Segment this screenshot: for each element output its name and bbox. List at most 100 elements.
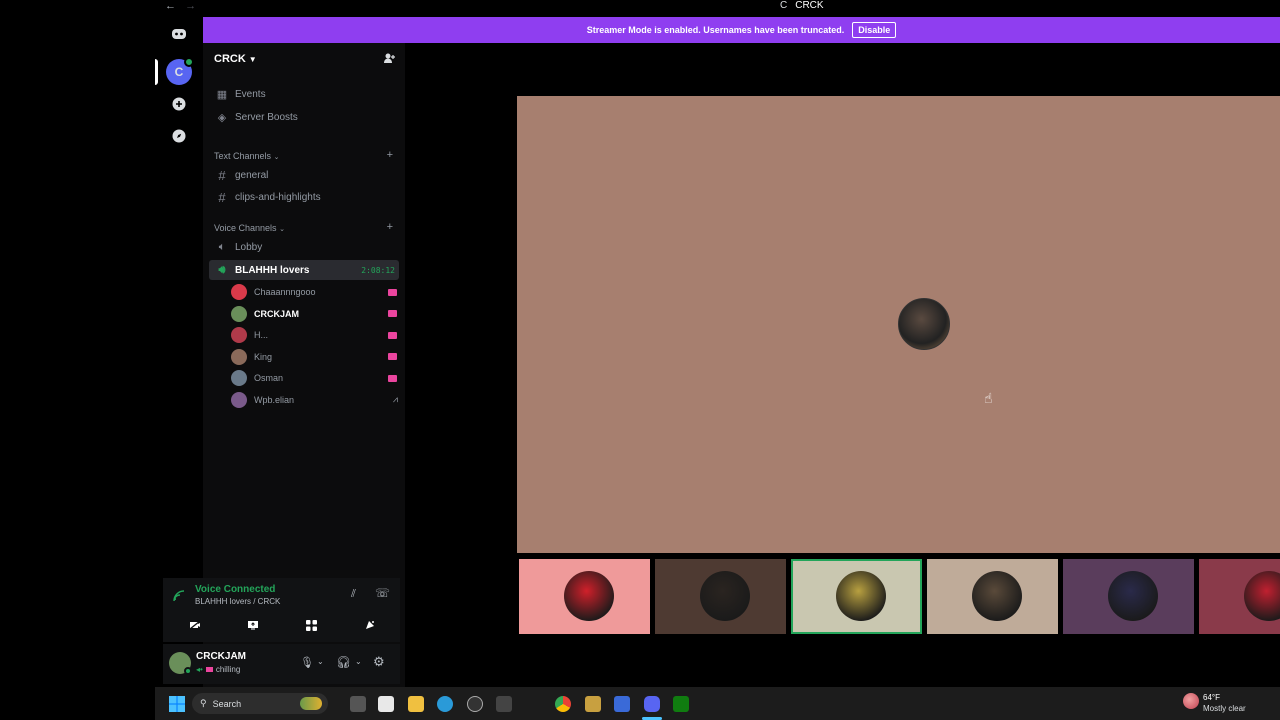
boost-icon: ◈ (217, 111, 227, 124)
search-highlight-icon (300, 697, 322, 710)
text-channels-category[interactable]: Text Channels ⌄ (214, 151, 279, 161)
gear-icon[interactable]: ⚙ (373, 654, 385, 670)
search-box[interactable]: ⚲ Search (192, 693, 328, 714)
live-stream-icon (388, 374, 397, 382)
voice-channels-category[interactable]: Voice Channels ⌄ (214, 223, 285, 233)
file-explorer-icon[interactable] (408, 696, 424, 712)
voice-member[interactable]: Osman (231, 368, 399, 388)
steam-icon[interactable] (467, 696, 483, 712)
live-stream-icon (388, 353, 397, 360)
game-icon[interactable] (585, 696, 601, 712)
weather-icon[interactable] (1183, 693, 1199, 709)
hashtag-icon: # (218, 167, 226, 183)
member-name: CRCKJAM (254, 308, 299, 319)
weather-temp: 64°F (1203, 693, 1220, 702)
channel-general[interactable]: # general (209, 165, 399, 185)
app-icon[interactable] (496, 696, 512, 712)
participant-tile[interactable] (927, 559, 1058, 634)
add-server-icon[interactable] (167, 92, 191, 116)
hashtag-icon: # (218, 189, 226, 205)
channel-label: clips-and-highlights (235, 191, 321, 203)
xbox-icon[interactable] (673, 696, 689, 712)
participant-tile[interactable] (791, 559, 922, 634)
voice-channel-path: BLAHHH lovers / CRCK (195, 597, 281, 606)
microphone-icon[interactable]: 🎙︎ (300, 656, 314, 669)
server-badge-icon (184, 57, 194, 67)
channel-blahhh-lovers[interactable]: 🔊︎ BLAHHH lovers 2:08:12 (209, 260, 399, 280)
windows-start-icon[interactable] (169, 696, 185, 712)
channel-lobby[interactable]: 🔈︎ Lobby (209, 237, 399, 257)
avatar (231, 348, 247, 365)
soundboard-icon[interactable] (345, 615, 395, 635)
noise-suppression-icon[interactable]: ⫽ (351, 588, 356, 601)
app-blue-icon[interactable] (614, 696, 630, 712)
voice-member[interactable]: King (231, 347, 399, 367)
speaker-icon: 🔊︎ (218, 263, 226, 276)
participant-tile[interactable] (519, 559, 650, 634)
avatar (231, 327, 247, 343)
chevron-down-icon: ⌄ (273, 154, 280, 161)
server-boosts-label: Server Boosts (235, 111, 298, 123)
avatar (700, 571, 750, 621)
signal-icon[interactable] (173, 589, 185, 607)
channel-label: Lobby (235, 241, 263, 253)
disconnect-icon[interactable]: ☏ (375, 586, 390, 600)
task-view-icon[interactable] (350, 696, 366, 712)
add-voice-channel-icon[interactable]: + (387, 221, 393, 233)
member-name: Chaaannngooo (254, 287, 316, 297)
events-label: Events (235, 88, 266, 100)
avatar (231, 284, 247, 300)
back-arrow-icon[interactable]: ← (165, 0, 176, 12)
participant-tile[interactable] (655, 559, 786, 634)
avatar (231, 391, 247, 408)
forward-arrow-icon[interactable]: → (185, 0, 196, 12)
voice-member[interactable]: CRCKJAM (231, 304, 399, 324)
server-icon-crck[interactable]: C (166, 57, 194, 85)
chrome-icon[interactable] (555, 696, 571, 712)
cursor-icon: ☝︎ (984, 390, 993, 406)
avatar (972, 571, 1022, 621)
voice-member[interactable]: Chaaannngooo (231, 282, 399, 302)
server-header[interactable]: CRCK ▼ (203, 43, 405, 75)
search-label: Search (212, 698, 242, 709)
voice-member[interactable]: H... (231, 325, 399, 345)
taskbar: ⚲ Search 64°F Mostly clear (155, 687, 1280, 720)
camera-off-icon[interactable] (170, 615, 220, 635)
explore-icon[interactable] (167, 124, 191, 148)
screen-share-icon[interactable] (228, 615, 278, 635)
activity-icon: ⩘ (392, 394, 398, 404)
live-stream-icon (388, 310, 397, 317)
user-panel: CRCKJAM ◂• chilling 🎙︎ ⌄ 🎧︎ ⌄ ⚙ (163, 644, 400, 684)
headphones-icon[interactable]: 🎧︎ (336, 655, 351, 669)
live-stream-icon (388, 288, 397, 296)
username[interactable]: CRCKJAM (196, 651, 246, 662)
voice-actions (170, 615, 395, 635)
speaker-avatar[interactable] (898, 298, 950, 350)
participant-tile[interactable] (1199, 559, 1280, 634)
channel-clips-and-highlights[interactable]: # clips-and-highlights (209, 187, 399, 207)
voice-status[interactable]: Voice Connected (195, 584, 275, 595)
server-boosts-item[interactable]: ◈ Server Boosts (209, 107, 399, 127)
voice-connected-panel: Voice Connected BLAHHH lovers / CRCK ⫽ ☏ (163, 578, 400, 642)
avatar[interactable] (169, 652, 192, 675)
events-item[interactable]: ▦ Events (209, 84, 399, 104)
disable-button[interactable]: Disable (852, 22, 897, 38)
store-icon[interactable] (378, 696, 394, 712)
live-stream-icon (388, 331, 397, 339)
discord-home-icon[interactable] (167, 22, 191, 46)
chevron-down-icon[interactable]: ⌄ (355, 657, 362, 666)
custom-status: ◂• chilling (196, 665, 241, 674)
avatar (231, 305, 247, 322)
title-bar: ← → C CRCK (155, 0, 1280, 17)
edge-icon[interactable] (437, 696, 453, 712)
invite-people-icon[interactable] (383, 52, 395, 67)
chevron-down-icon[interactable]: ⌄ (317, 657, 324, 666)
add-text-channel-icon[interactable]: + (387, 149, 393, 161)
chevron-down-icon: ▼ (248, 54, 257, 64)
participant-tile[interactable] (1063, 559, 1194, 634)
activities-icon[interactable] (287, 615, 337, 635)
discord-taskbar-icon[interactable] (644, 696, 660, 712)
weather-desc: Mostly clear (1203, 704, 1246, 713)
voice-member[interactable]: Wpb.elian ⩘ (231, 390, 399, 410)
chevron-down-icon: ⌄ (279, 226, 285, 233)
